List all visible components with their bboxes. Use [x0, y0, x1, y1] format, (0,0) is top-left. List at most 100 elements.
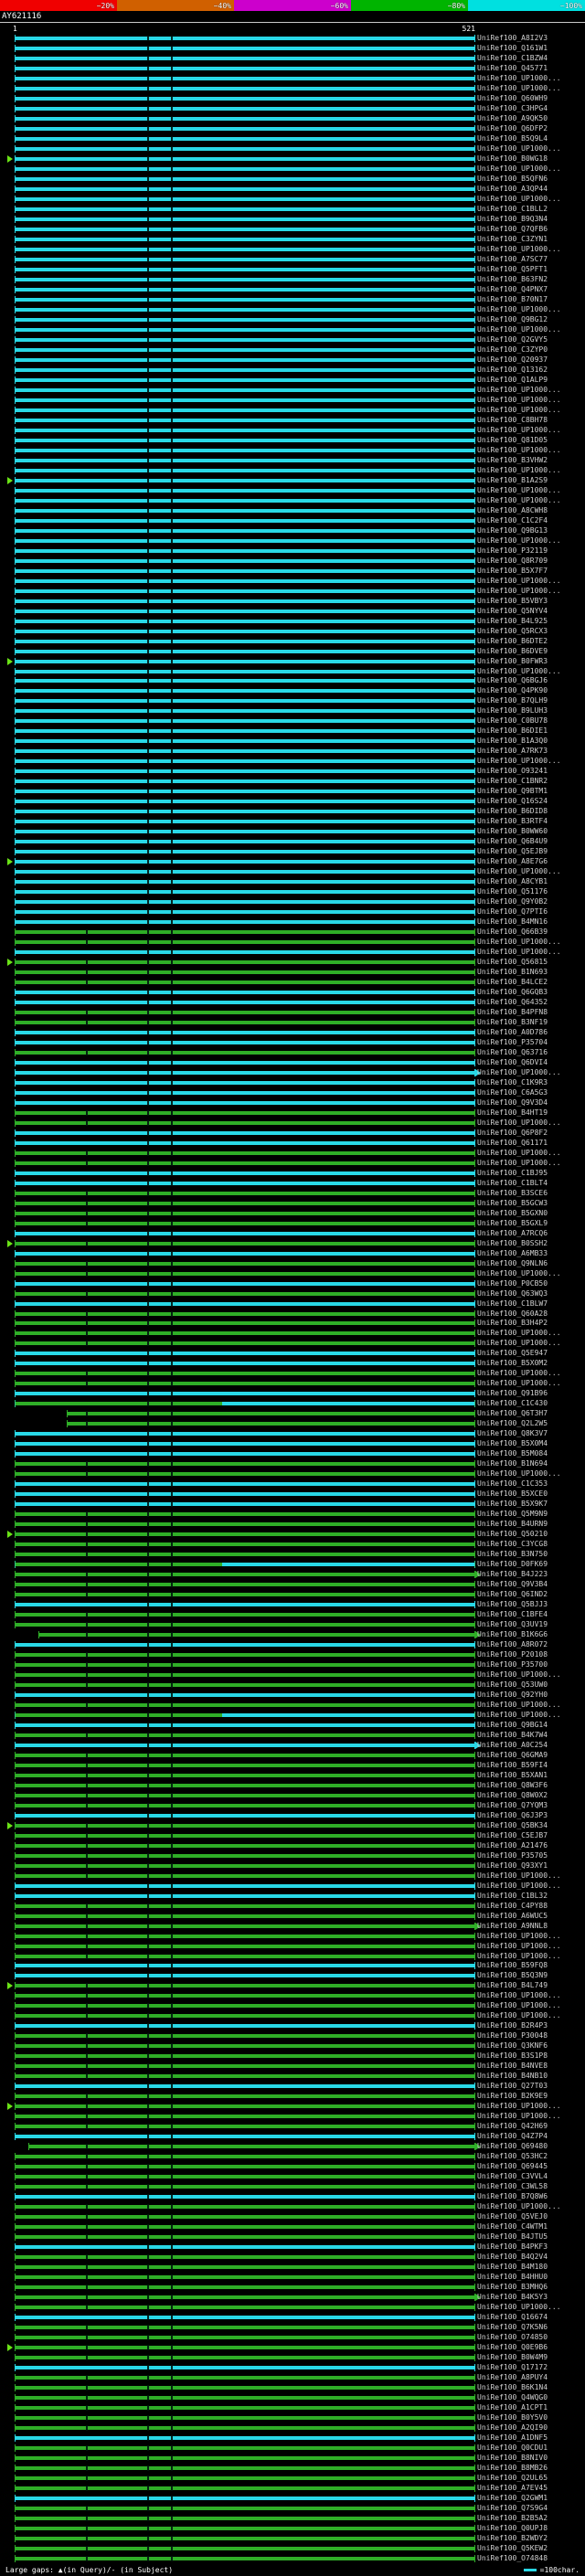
hit-bar[interactable]: [14, 1801, 476, 1809]
hit-bar[interactable]: [14, 336, 476, 345]
hit-bar[interactable]: [14, 637, 476, 645]
hit-accession-link[interactable]: UniRef100_Q5M9N9: [477, 1510, 585, 1520]
hit-bar[interactable]: [14, 998, 476, 1006]
hit-bar[interactable]: [14, 1028, 476, 1036]
hit-bar[interactable]: [14, 657, 476, 665]
hit-accession-link[interactable]: UniRef100_C5EJB7: [477, 1830, 585, 1840]
hit-bar[interactable]: [14, 737, 476, 746]
hit-accession-link[interactable]: UniRef100_C1K9R3: [477, 1077, 585, 1087]
hit-bar[interactable]: [14, 1480, 476, 1489]
hit-accession-link[interactable]: UniRef100_B8MB26: [477, 2463, 585, 2473]
hit-bar[interactable]: [14, 2454, 476, 2462]
hit-accession-link[interactable]: UniRef100_Q60WH9: [477, 94, 585, 104]
hit-accession-link[interactable]: UniRef100_Q3UV19: [477, 1620, 585, 1630]
hit-accession-link[interactable]: UniRef100_Q53UW0: [477, 1680, 585, 1690]
hit-accession-link[interactable]: UniRef100_Q7PTI6: [477, 907, 585, 917]
hit-accession-link[interactable]: UniRef100_Q5RCX3: [477, 626, 585, 636]
hit-accession-link[interactable]: UniRef100_Q161W1: [477, 44, 585, 54]
hit-accession-link[interactable]: UniRef100_Q6P8F2: [477, 1128, 585, 1138]
hit-accession-link[interactable]: UniRef100_A1DNF5: [477, 2433, 585, 2443]
hit-bar[interactable]: [14, 1591, 476, 1599]
hit-bar[interactable]: [14, 647, 476, 655]
hit-bar[interactable]: [14, 1680, 476, 1689]
hit-accession-link[interactable]: UniRef100_Q69445: [477, 2162, 585, 2172]
hit-bar[interactable]: [14, 2093, 476, 2101]
hit-accession-link[interactable]: UniRef100_UP1000...: [477, 1158, 585, 1168]
hit-accession-link[interactable]: UniRef100_UP1000...: [477, 465, 585, 475]
hit-bar[interactable]: [14, 567, 476, 575]
hit-bar[interactable]: [14, 2103, 476, 2111]
hit-bar[interactable]: [14, 2233, 476, 2242]
hit-bar[interactable]: [14, 2524, 476, 2532]
hit-accession-link[interactable]: UniRef100_O93241: [477, 767, 585, 777]
hit-accession-link[interactable]: UniRef100_B4L749: [477, 1981, 585, 1991]
hit-bar[interactable]: [14, 717, 476, 726]
hit-bar[interactable]: [14, 2274, 476, 2281]
hit-bar[interactable]: [14, 2403, 476, 2412]
hit-bar[interactable]: [14, 1962, 476, 1970]
hit-bar[interactable]: [14, 1229, 476, 1237]
hit-bar[interactable]: [14, 456, 476, 464]
hit-bar[interactable]: [14, 1551, 476, 1559]
hit-bar[interactable]: [14, 2413, 476, 2422]
hit-accession-link[interactable]: UniRef100_A3QP44: [477, 185, 585, 195]
hit-accession-link[interactable]: UniRef100_Q9NLN6: [477, 1258, 585, 1268]
hit-accession-link[interactable]: UniRef100_C1BFE4: [477, 1610, 585, 1620]
hit-accession-link[interactable]: UniRef100_Q93XY1: [477, 1860, 585, 1871]
hit-accession-link[interactable]: UniRef100_B5XAN1: [477, 1770, 585, 1780]
hit-accession-link[interactable]: UniRef100_Q5E947: [477, 1349, 585, 1359]
hit-accession-link[interactable]: UniRef100_B1A2S9: [477, 475, 585, 485]
hit-bar[interactable]: [14, 2173, 476, 2181]
hit-bar[interactable]: [14, 496, 476, 504]
hit-accession-link[interactable]: UniRef100_Q6IND2: [477, 1590, 585, 1600]
hit-accession-link[interactable]: UniRef100_B2R4P3: [477, 2021, 585, 2031]
hit-accession-link[interactable]: UniRef100_A8E7G6: [477, 857, 585, 867]
hit-accession-link[interactable]: UniRef100_B0FWR3: [477, 656, 585, 666]
hit-bar[interactable]: [14, 35, 476, 43]
hit-bar[interactable]: [14, 1521, 476, 1529]
hit-accession-link[interactable]: UniRef100_UP1000...: [477, 245, 585, 255]
hit-bar[interactable]: [14, 206, 476, 214]
hit-accession-link[interactable]: UniRef100_Q91B96: [477, 1389, 585, 1399]
hit-bar[interactable]: [14, 125, 476, 133]
hit-accession-link[interactable]: UniRef100_C1BLW7: [477, 1299, 585, 1309]
hit-accession-link[interactable]: UniRef100_A0C254: [477, 1740, 585, 1750]
hit-bar[interactable]: [14, 165, 476, 174]
hit-bar[interactable]: [14, 828, 476, 836]
hit-accession-link[interactable]: UniRef100_B5X9K7: [477, 1500, 585, 1510]
hit-accession-link[interactable]: UniRef100_B5GCW3: [477, 1198, 585, 1208]
hit-bar[interactable]: [14, 1741, 476, 1749]
hit-accession-link[interactable]: UniRef100_UP1000...: [477, 535, 585, 546]
hit-bar[interactable]: [14, 1902, 476, 1910]
hit-bar[interactable]: [14, 2263, 476, 2272]
hit-bar[interactable]: [14, 1058, 476, 1066]
hit-accession-link[interactable]: UniRef100_B2B5A2: [477, 2513, 585, 2523]
hit-bar[interactable]: [28, 2143, 475, 2151]
hit-accession-link[interactable]: UniRef100_C6A5G3: [477, 1087, 585, 1097]
hit-bar[interactable]: [14, 1279, 476, 1288]
hit-accession-link[interactable]: UniRef100_UP1000...: [477, 395, 585, 405]
hit-bar[interactable]: [14, 1882, 476, 1890]
hit-accession-link[interactable]: UniRef100_UP1000...: [477, 1118, 585, 1128]
hit-accession-link[interactable]: UniRef100_UP1000...: [477, 1469, 585, 1479]
hit-accession-link[interactable]: UniRef100_UP1000...: [477, 1379, 585, 1389]
hit-accession-link[interactable]: UniRef100_Q8R709: [477, 556, 585, 566]
hit-bar[interactable]: [14, 1289, 476, 1298]
hit-bar[interactable]: [14, 1942, 476, 1950]
hit-accession-link[interactable]: UniRef100_UP1000...: [477, 2011, 585, 2021]
hit-bar[interactable]: [14, 1711, 476, 1719]
hit-bar[interactable]: [14, 95, 476, 103]
hit-bar[interactable]: [14, 1952, 476, 1960]
hit-accession-link[interactable]: UniRef100_Q5PFT1: [477, 265, 585, 275]
hit-accession-link[interactable]: UniRef100_B5Q9L4: [477, 134, 585, 144]
hit-bar[interactable]: [14, 366, 476, 374]
hit-accession-link[interactable]: UniRef100_Q9BG13: [477, 525, 585, 535]
hit-bar[interactable]: [14, 1179, 476, 1187]
hit-bar[interactable]: [14, 1660, 476, 1669]
hit-accession-link[interactable]: UniRef100_B6DVE9: [477, 646, 585, 656]
hit-accession-link[interactable]: UniRef100_Q9V3B4: [477, 1580, 585, 1590]
hit-bar[interactable]: [14, 959, 476, 967]
hit-accession-link[interactable]: UniRef100_Q9BG12: [477, 315, 585, 325]
hit-accession-link[interactable]: UniRef100_B4J223: [477, 1570, 585, 1580]
hit-accession-link[interactable]: UniRef100_Q7K5N6: [477, 2322, 585, 2332]
